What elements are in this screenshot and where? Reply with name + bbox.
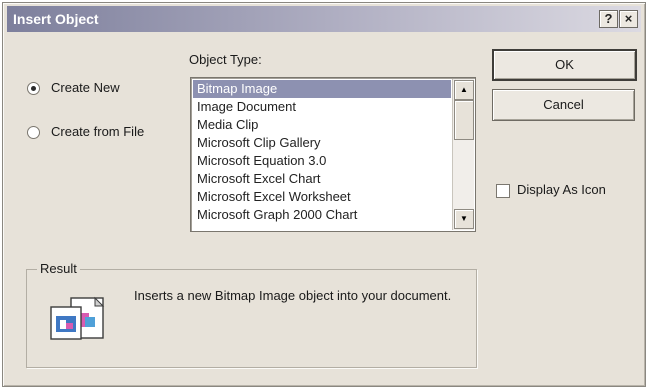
ok-button[interactable]: OK: [492, 49, 637, 81]
title-bar[interactable]: Insert Object ? ×: [7, 6, 641, 32]
radio-create-new-label: Create New: [51, 80, 120, 95]
insert-object-result-icon: [47, 295, 107, 343]
object-type-label: Object Type:: [189, 52, 262, 67]
list-item[interactable]: Bitmap Image: [193, 80, 451, 98]
display-as-icon-box[interactable]: [496, 184, 510, 198]
list-item[interactable]: Microsoft Excel Worksheet: [193, 188, 451, 206]
help-button[interactable]: ?: [599, 10, 618, 28]
scroll-up-icon[interactable]: ▲: [454, 80, 474, 100]
object-type-listbox[interactable]: Bitmap Image Image Document Media Clip M…: [190, 77, 476, 232]
list-item[interactable]: Microsoft Graph 2000 Chart: [193, 206, 451, 224]
list-item[interactable]: Media Clip: [193, 116, 451, 134]
object-type-list: Bitmap Image Image Document Media Clip M…: [193, 80, 451, 224]
scroll-thumb[interactable]: [454, 100, 474, 140]
list-item[interactable]: Microsoft Equation 3.0: [193, 152, 451, 170]
insert-object-dialog: Insert Object ? × Create New Create from…: [2, 2, 646, 387]
cancel-button[interactable]: Cancel: [492, 89, 635, 121]
list-scrollbar[interactable]: ▲ ▼: [452, 79, 474, 230]
radio-create-new-indicator[interactable]: [27, 82, 40, 95]
result-description: Inserts a new Bitmap Image object into y…: [134, 288, 452, 303]
list-item[interactable]: Microsoft Clip Gallery: [193, 134, 451, 152]
display-as-icon-label: Display As Icon: [517, 182, 606, 197]
list-item[interactable]: Microsoft Excel Chart: [193, 170, 451, 188]
dialog-title: Insert Object: [13, 11, 99, 27]
close-button[interactable]: ×: [619, 10, 638, 28]
radio-create-from-file-indicator[interactable]: [27, 126, 40, 139]
radio-create-from-file-label: Create from File: [51, 124, 145, 139]
list-item[interactable]: Image Document: [193, 98, 451, 116]
result-legend: Result: [37, 261, 80, 276]
scroll-down-icon[interactable]: ▼: [454, 209, 474, 229]
